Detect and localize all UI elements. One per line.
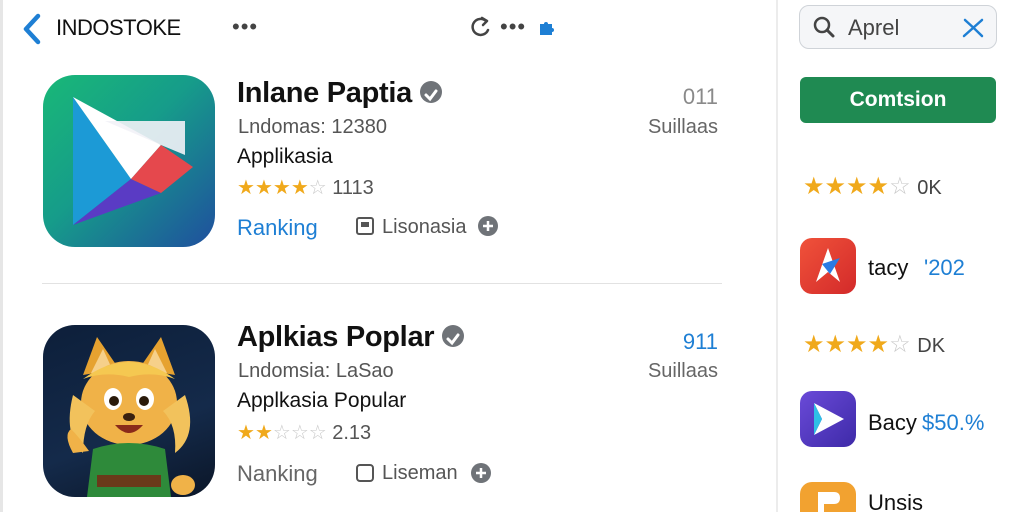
star-empty-icon: ☆ <box>308 177 327 199</box>
star-empty-icon: ☆ <box>290 422 309 444</box>
sidebar-rating-1: ★★★★☆ 0K <box>803 172 942 201</box>
star-filled-icon: ★ <box>254 422 273 444</box>
star-filled-icon: ★ <box>803 173 825 200</box>
star-empty-icon: ☆ <box>272 422 291 444</box>
sidebar-app-icon-bacy[interactable] <box>800 391 856 447</box>
sidebar-rating-value: DK <box>917 335 946 357</box>
star-filled-icon: ★ <box>846 331 868 358</box>
left-border <box>0 0 3 512</box>
verified-badge-icon <box>420 81 442 104</box>
star-filled-icon: ★ <box>290 177 309 199</box>
star-filled-icon: ★ <box>254 177 273 199</box>
star-empty-icon: ☆ <box>308 422 327 444</box>
sidebar-app-icon-unsis[interactable] <box>800 482 856 512</box>
store-brand-title: INDOSTOKE <box>56 15 181 40</box>
star-filled-icon: ★ <box>803 331 825 358</box>
star-filled-icon: ★ <box>824 173 847 200</box>
ranking-link[interactable]: Nanking <box>237 461 318 487</box>
sidebar-rating-value: 0K <box>917 177 942 199</box>
verified-badge-icon <box>442 325 465 348</box>
share-options-icon[interactable]: ••• <box>500 14 526 40</box>
search-icon <box>812 15 836 39</box>
search-input[interactable] <box>848 15 958 41</box>
extension-icon[interactable] <box>536 18 556 38</box>
info-plus-icon[interactable] <box>470 462 492 484</box>
app-icon-inlane-paptia[interactable] <box>43 75 215 247</box>
star-filled-icon: ★ <box>237 177 255 199</box>
license-label[interactable]: Lisonasia <box>382 216 467 239</box>
app-star-rating: ★★★★☆ 1113 <box>237 175 374 200</box>
app-count-label: Suillaas <box>647 116 718 138</box>
app-title[interactable]: Inlane Paptia <box>237 77 442 110</box>
app-developer: Lndomsia: LaSao <box>238 360 394 382</box>
star-empty-icon: ☆ <box>889 331 911 358</box>
license-checkbox-icon[interactable] <box>355 463 375 483</box>
clear-search-icon[interactable] <box>960 16 986 40</box>
sidebar-app-name[interactable]: Bacy <box>868 410 917 436</box>
star-filled-icon: ★ <box>824 331 847 358</box>
license-document-icon <box>355 216 375 236</box>
sidebar-rating-2: ★★★★☆ DK <box>803 330 945 359</box>
list-divider <box>42 283 722 284</box>
more-options-icon[interactable]: ••• <box>232 14 258 40</box>
app-count: 911 <box>682 329 718 354</box>
sidebar-app-value: '202 <box>924 255 965 280</box>
sidebar-divider <box>776 0 778 512</box>
app-category: Applikasia <box>237 145 333 168</box>
star-filled-icon: ★ <box>867 331 890 358</box>
star-empty-icon: ☆ <box>889 173 911 200</box>
app-icon-fox-character[interactable] <box>43 325 215 497</box>
primary-action-button[interactable]: Comtsion <box>800 77 996 123</box>
sidebar-app-name[interactable]: tacy <box>868 255 908 281</box>
star-filled-icon: ★ <box>867 173 890 200</box>
star-filled-icon: ★ <box>272 177 291 199</box>
app-count: 011 <box>682 84 718 109</box>
sidebar-app-icon-tacy[interactable] <box>800 238 856 294</box>
app-developer: Lndomas: 12380 <box>238 116 388 138</box>
ranking-link[interactable]: Ranking <box>237 215 318 241</box>
back-chevron-icon[interactable] <box>18 12 48 46</box>
rating-count: 2.13 <box>332 422 372 444</box>
info-plus-icon[interactable] <box>477 215 499 237</box>
search-box[interactable] <box>799 5 997 49</box>
app-count-label: Suillaas <box>647 360 718 382</box>
app-title[interactable]: Aplkias Poplar <box>237 321 465 354</box>
app-category: Applkasia Popular <box>237 389 407 412</box>
license-label[interactable]: Liseman <box>382 462 458 485</box>
sidebar-app-name[interactable]: Unsis <box>868 490 923 516</box>
refresh-icon[interactable] <box>470 16 492 40</box>
sidebar-app-value: $50.% <box>922 410 985 435</box>
star-filled-icon: ★ <box>237 422 255 444</box>
app-star-rating: ★★☆☆☆ 2.13 <box>237 420 371 445</box>
rating-count: 1113 <box>332 177 374 199</box>
star-filled-icon: ★ <box>846 173 868 200</box>
